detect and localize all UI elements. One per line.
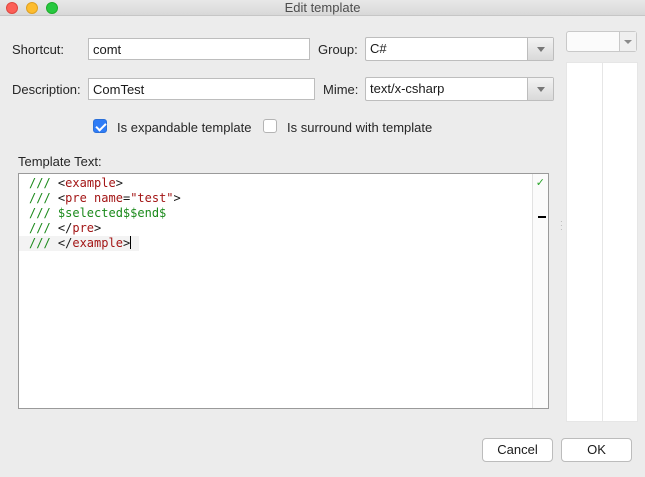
check-icon: ✓: [535, 177, 545, 189]
window-title: Edit template: [284, 0, 361, 15]
editor-line[interactable]: /// <pre name="test">: [29, 191, 181, 206]
text-caret: [130, 236, 132, 249]
group-label: Group:: [318, 42, 358, 57]
group-dropdown-button[interactable]: [527, 38, 553, 60]
editor-token: example: [72, 236, 123, 250]
scroll-marker: [538, 216, 546, 218]
side-dropdown-button[interactable]: [619, 32, 636, 51]
chevron-down-icon: [537, 87, 545, 92]
editor-token: </: [57, 236, 73, 250]
side-panel: [566, 62, 638, 422]
editor-token: ///: [29, 236, 58, 250]
editor-line[interactable]: /// <example>: [29, 176, 181, 191]
editor-lines[interactable]: /// <example>/// <pre name="test">/// $s…: [19, 176, 181, 251]
template-text-editor[interactable]: /// <example>/// <pre name="test">/// $s…: [18, 173, 549, 409]
editor-token: name: [86, 191, 123, 205]
shortcut-label: Shortcut:: [12, 42, 65, 57]
mime-combobox[interactable]: text/x-csharp: [365, 77, 554, 101]
edit-template-window: Edit template Shortcut: Group: C# Descri…: [0, 0, 645, 477]
cancel-button[interactable]: Cancel: [482, 438, 553, 462]
editor-token: pre: [72, 221, 95, 235]
editor-token: >: [173, 191, 181, 205]
editor-token: pre: [65, 191, 87, 205]
editor-token: "test": [130, 191, 174, 205]
chevron-down-icon: [624, 40, 632, 44]
editor-scrollbar[interactable]: ✓: [532, 174, 548, 408]
editor-token: >: [115, 176, 123, 190]
surround-checkbox[interactable]: [263, 119, 277, 133]
template-text-label: Template Text:: [18, 154, 102, 169]
editor-token: $selected$$end$: [57, 206, 167, 220]
editor-token: ///: [29, 176, 58, 190]
editor-token: >: [94, 221, 102, 235]
splitter-grip-icon[interactable]: · · ·: [560, 218, 564, 234]
group-value: C#: [370, 41, 387, 56]
description-label: Description:: [12, 82, 81, 97]
expandable-label: Is expandable template: [117, 120, 252, 135]
editor-line[interactable]: /// </pre>: [29, 221, 181, 236]
ok-button[interactable]: OK: [561, 438, 632, 462]
editor-token: ///: [29, 191, 58, 205]
editor-line[interactable]: /// </example>: [19, 236, 139, 251]
editor-token: >: [122, 236, 131, 250]
mime-dropdown-button[interactable]: [527, 78, 553, 100]
side-combobox[interactable]: [566, 31, 637, 52]
side-panel-divider: [602, 63, 603, 421]
group-combobox[interactable]: C#: [365, 37, 554, 61]
description-input[interactable]: [88, 78, 315, 100]
editor-line[interactable]: /// $selected$$end$: [29, 206, 181, 221]
surround-label: Is surround with template: [287, 120, 433, 135]
expandable-checkbox[interactable]: [93, 119, 107, 133]
editor-token: ///: [29, 206, 58, 220]
editor-token: </: [57, 221, 73, 235]
editor-token: ///: [29, 221, 58, 235]
title-bar: Edit template: [0, 0, 645, 16]
mime-label: Mime:: [323, 82, 359, 97]
shortcut-input[interactable]: [88, 38, 310, 60]
chevron-down-icon: [537, 47, 545, 52]
editor-token: example: [65, 176, 116, 190]
mime-value: text/x-csharp: [370, 81, 445, 96]
